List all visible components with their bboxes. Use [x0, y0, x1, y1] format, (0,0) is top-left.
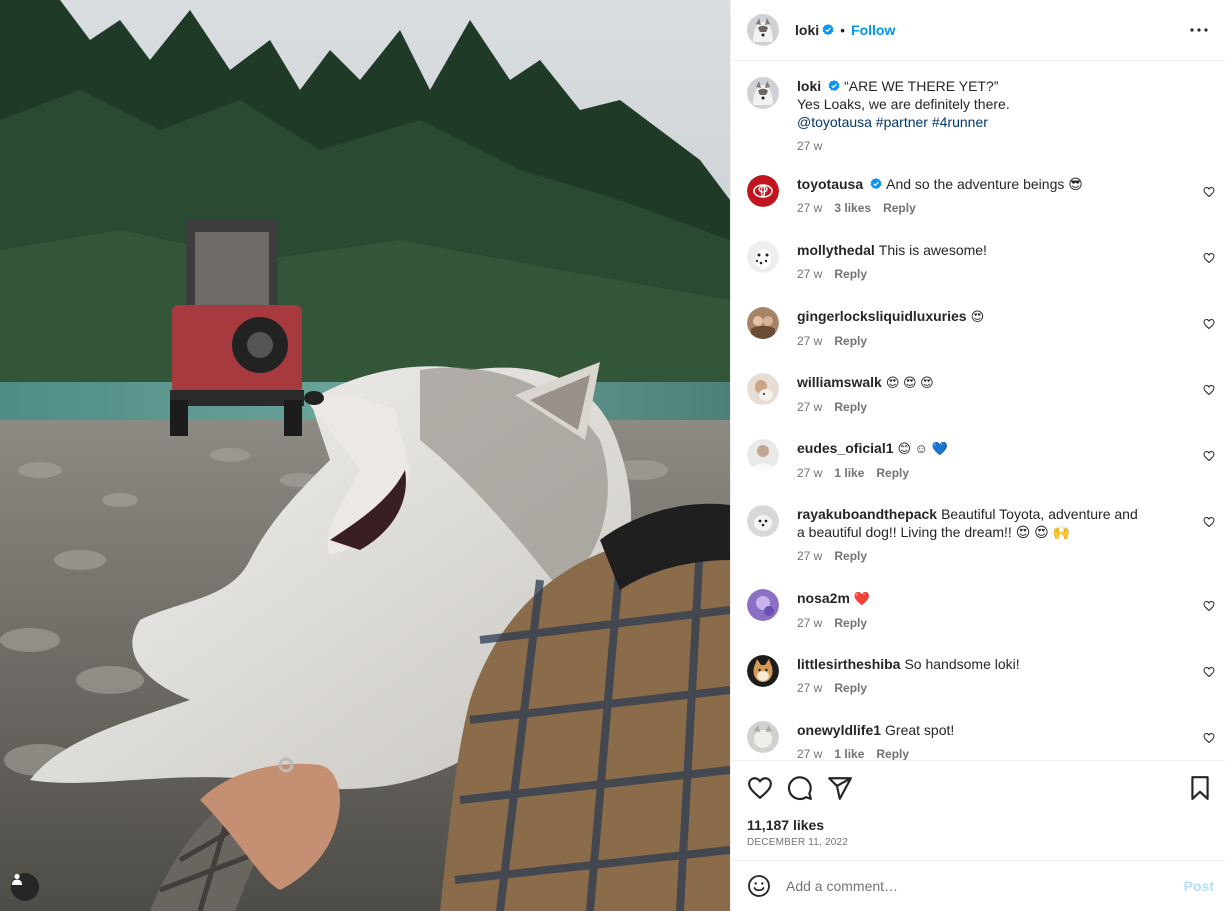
comment-heart-icon[interactable]	[1203, 666, 1215, 678]
avatar-nosa2m[interactable]	[747, 589, 779, 621]
comment-item: eudes_oficial1 😊 ☺ 💙 27 w 1 like Reply	[747, 439, 1225, 482]
comment-username[interactable]: mollythedal	[797, 242, 875, 258]
comment-text: 😍	[970, 309, 985, 324]
comment-text: 😍 😍 😍	[885, 375, 934, 390]
comment-time[interactable]: 27 w	[797, 400, 822, 414]
comment-username[interactable]: nosa2m	[797, 590, 850, 606]
reply-button[interactable]: Reply	[834, 400, 867, 414]
avatar-toyotausa[interactable]	[747, 175, 779, 207]
comment-item: williamswalk 😍 😍 😍 27 w Reply	[747, 373, 1225, 416]
caption-time[interactable]: 27 w	[797, 139, 822, 153]
avatar-loki[interactable]	[747, 77, 779, 109]
verified-badge-icon	[822, 24, 834, 36]
reply-button[interactable]: Reply	[876, 747, 909, 760]
avatar-onewyldlife1[interactable]	[747, 721, 779, 753]
avatar-williamswalk[interactable]	[747, 373, 779, 405]
verified-badge-icon	[870, 178, 882, 190]
verified-badge-icon	[828, 80, 840, 92]
post-date[interactable]: DECEMBER 11, 2022	[747, 837, 848, 848]
comment-heart-icon[interactable]	[1203, 384, 1215, 396]
comment-item: onewyldlife1 Great spot! 27 w 1 like Reply	[747, 721, 1225, 760]
tagged-users-button[interactable]	[11, 873, 39, 901]
comment-likes[interactable]: 1 like	[834, 466, 864, 480]
caption: loki “ARE WE THERE YET?” Yes Loaks, we ar…	[747, 77, 1225, 155]
comment-text: 😊 ☺ 💙	[897, 441, 948, 456]
comment-heart-icon[interactable]	[1203, 450, 1215, 462]
post-header: loki • Follow	[731, 0, 1225, 61]
header-separator: •	[840, 22, 846, 38]
caption-line-2: Yes Loaks, we are definitely there.	[797, 96, 1010, 112]
caption-line-1: “ARE WE THERE YET?”	[844, 78, 999, 94]
comment-text: ❤️	[853, 591, 871, 606]
avatar-loki[interactable]	[747, 14, 779, 46]
reply-button[interactable]: Reply	[834, 267, 867, 281]
post-comment-button[interactable]: Post	[1184, 878, 1214, 894]
comment-username[interactable]: williamswalk	[797, 374, 882, 390]
comment-time[interactable]: 27 w	[797, 201, 822, 215]
paper-plane-icon[interactable]	[827, 775, 853, 801]
comment-time[interactable]: 27 w	[797, 466, 822, 480]
reply-button[interactable]: Reply	[876, 466, 909, 480]
comment-text: This is awesome!	[878, 242, 987, 258]
header-username[interactable]: loki	[795, 22, 819, 38]
post-side-panel: loki • Follow loki “ARE WE THERE YET?” Y…	[730, 0, 1225, 911]
comment-username[interactable]: eudes_oficial1	[797, 440, 894, 456]
reply-button[interactable]: Reply	[883, 201, 916, 215]
comment-time[interactable]: 27 w	[797, 747, 822, 760]
caption-username[interactable]: loki	[797, 78, 821, 94]
comment-heart-icon[interactable]	[1203, 252, 1215, 264]
comment-heart-icon[interactable]	[1203, 516, 1215, 528]
comment-text: And so the adventure beings 😎	[886, 176, 1083, 192]
comment-username[interactable]: toyotausa	[797, 176, 863, 192]
comment-item: mollythedal This is awesome! 27 w Reply	[747, 241, 1225, 283]
comment-time[interactable]: 27 w	[797, 681, 822, 695]
post-actions: 11,187 likes DECEMBER 11, 2022	[731, 760, 1225, 860]
heart-icon[interactable]	[747, 775, 773, 801]
comment-input[interactable]	[786, 878, 1146, 894]
likes-count[interactable]: 11,187 likes	[747, 817, 824, 833]
comment-heart-icon[interactable]	[1203, 318, 1215, 330]
comment-time[interactable]: 27 w	[797, 267, 822, 281]
comment-heart-icon[interactable]	[1203, 600, 1215, 612]
more-horizontal-icon[interactable]	[1187, 20, 1211, 40]
comment-heart-icon[interactable]	[1203, 186, 1215, 198]
comment-username[interactable]: onewyldlife1	[797, 722, 881, 738]
comment-item: toyotausa And so the adventure beings 😎 2…	[747, 175, 1225, 217]
comment-likes[interactable]: 1 like	[834, 747, 864, 760]
comment-item: nosa2m ❤️ 27 w Reply	[747, 589, 1225, 632]
comment-text: So handsome loki!	[904, 656, 1020, 672]
comment-time[interactable]: 27 w	[797, 616, 822, 630]
comments-list[interactable]: loki “ARE WE THERE YET?” Yes Loaks, we ar…	[731, 61, 1225, 760]
comment-username[interactable]: littlesirtheshiba	[797, 656, 900, 672]
comment-text: Great spot!	[885, 722, 955, 738]
add-comment-bar: Post	[731, 860, 1225, 911]
caption-tags[interactable]: @toyotausa #partner #4runner	[797, 114, 988, 130]
smiley-icon[interactable]	[747, 874, 771, 898]
avatar-mollythedal[interactable]	[747, 241, 779, 273]
comment-item: gingerlocksliquidluxuries 😍 27 w Reply	[747, 307, 1225, 350]
comment-time[interactable]: 27 w	[797, 549, 822, 563]
comment-heart-icon[interactable]	[1203, 732, 1215, 744]
avatar-rayakuboandthepack[interactable]	[747, 505, 779, 537]
reply-button[interactable]: Reply	[834, 549, 867, 563]
person-icon	[12, 873, 22, 885]
avatar-gingerlocksliquidluxuries[interactable]	[747, 307, 779, 339]
comment-item: littlesirtheshiba So handsome loki! 27 w R…	[747, 655, 1225, 697]
comment-username[interactable]: gingerlocksliquidluxuries	[797, 308, 967, 324]
comment-username[interactable]: rayakuboandthepack	[797, 506, 937, 522]
bookmark-icon[interactable]	[1187, 775, 1213, 801]
follow-button[interactable]: Follow	[851, 22, 895, 38]
comment-time[interactable]: 27 w	[797, 334, 822, 348]
comment-likes[interactable]: 3 likes	[834, 201, 871, 215]
reply-button[interactable]: Reply	[834, 681, 867, 695]
avatar-littlesirtheshiba[interactable]	[747, 655, 779, 687]
avatar-eudes_oficial1[interactable]	[747, 439, 779, 471]
photo-husky-river-scene	[0, 0, 730, 911]
comment-item: rayakuboandthepack Beautiful Toyota, adve…	[747, 505, 1225, 565]
post-photo[interactable]	[0, 0, 730, 911]
reply-button[interactable]: Reply	[834, 334, 867, 348]
comment-icon[interactable]	[787, 775, 813, 801]
reply-button[interactable]: Reply	[834, 616, 867, 630]
